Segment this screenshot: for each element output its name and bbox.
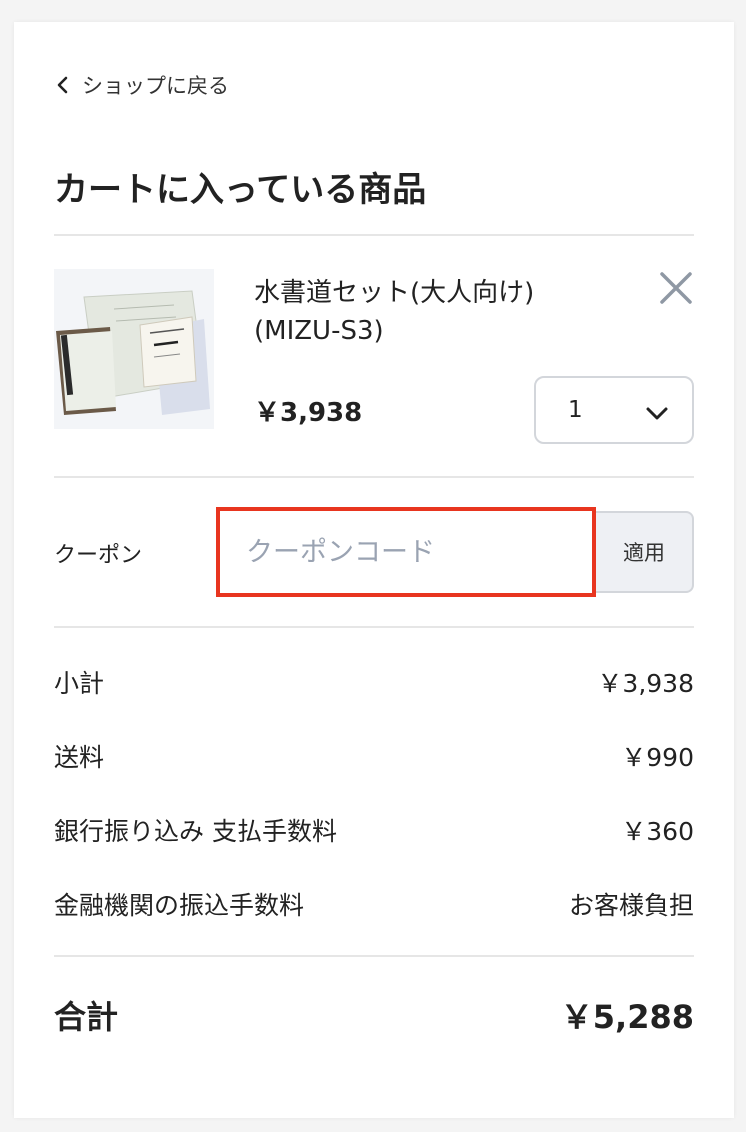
subtotal-label: 小計 (54, 669, 105, 698)
divider (54, 234, 694, 236)
summary-row-bank-fee: 銀行振り込み 支払手数料 ￥360 (54, 810, 694, 850)
product-name: 水書道セット(大人向け) (MIZU-S3) (254, 278, 535, 346)
coupon-code-input[interactable] (216, 507, 596, 597)
close-icon (660, 272, 692, 304)
back-label: ショップに戻る (82, 74, 229, 98)
coupon-label: クーポン (54, 543, 143, 568)
total-value: ￥5,288 (560, 998, 694, 1036)
shipping-value: ￥990 (621, 743, 694, 772)
summary-row-shipping: 送料 ￥990 (54, 736, 694, 776)
chevron-left-icon (57, 76, 68, 94)
quantity-select[interactable]: 1 (534, 376, 694, 444)
remove-item-button[interactable] (654, 266, 698, 310)
summary-row-subtotal: 小計 ￥3,938 (54, 662, 694, 702)
total-label: 合計 (54, 998, 119, 1036)
product-image (54, 269, 214, 429)
divider (54, 626, 694, 628)
page-title: カートに入っている商品 (54, 170, 427, 210)
apply-coupon-button[interactable]: 適用 (596, 511, 694, 593)
back-to-shop-link[interactable]: ショップに戻る (54, 70, 229, 100)
divider (54, 955, 694, 957)
divider (54, 476, 694, 478)
transfer-fee-value: お客様負担 (568, 891, 694, 920)
shipping-label: 送料 (54, 743, 105, 772)
transfer-fee-label: 金融機関の振込手数料 (54, 891, 305, 920)
subtotal-value: ￥3,938 (597, 669, 694, 698)
product-price: ￥3,938 (254, 398, 363, 428)
total-row: 合計 ￥5,288 (54, 992, 694, 1038)
summary-row-transfer-fee: 金融機関の振込手数料 お客様負担 (54, 884, 694, 924)
bank-fee-label: 銀行振り込み 支払手数料 (54, 817, 337, 846)
bank-fee-value: ￥360 (621, 817, 694, 846)
quantity-value: 1 (568, 397, 583, 423)
chevron-down-icon (646, 407, 668, 420)
cart-panel: ショップに戻る カートに入っている商品 水書道セット(大人向け) (MIZU-S… (14, 22, 734, 1118)
